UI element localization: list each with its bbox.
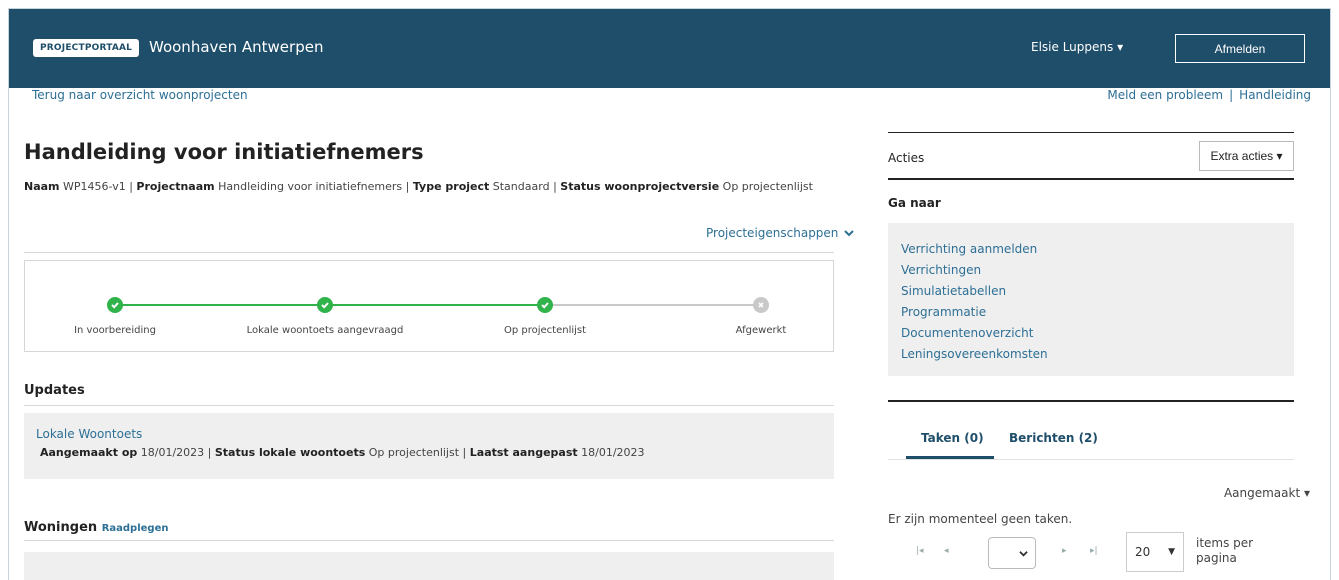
help-links: Meld een probleem | Handleiding [1107, 88, 1311, 102]
goto-title: Ga naar [888, 196, 941, 210]
acties-bar: Acties Extra acties ▾ [888, 132, 1294, 177]
woningen-title: Woningen [24, 520, 98, 535]
goto-link-verrichting-aanmelden[interactable]: Verrichting aanmelden [901, 239, 1281, 260]
divider [888, 459, 1294, 460]
chevron-down-icon [844, 230, 855, 237]
project-meta: Naam WP1456-v1 | Projectnaam Handleiding… [24, 180, 813, 193]
caret-down-icon: ▼ [1168, 547, 1175, 557]
extra-actions-button[interactable]: Extra acties ▾ [1199, 141, 1294, 171]
meta-sep: | [129, 180, 133, 193]
update-sep: | [207, 446, 212, 459]
meta-naam-label: Naam [24, 180, 60, 193]
divider [24, 405, 834, 406]
woningen-panel [24, 552, 834, 580]
page-title: Handleiding voor initiatiefnemers [24, 140, 424, 164]
update-status-label: Status lokale woontoets [214, 446, 366, 459]
step-label: In voorbereiding [74, 325, 156, 336]
update-status-value: Op projectenlijst [368, 446, 460, 459]
last-page-icon[interactable]: ▸| [1090, 546, 1098, 556]
tab-taken[interactable]: Taken (0) [921, 431, 984, 445]
items-per-page-label: items per pagina [1196, 536, 1254, 565]
meta-sep: | [553, 180, 557, 193]
update-created-label: Aangemaakt op [40, 446, 138, 459]
pagination: |◂ ◂ ▸ ▸| 20 ▼ items per pagina [888, 532, 1294, 572]
acties-label: Acties [888, 151, 925, 165]
update-sep: | [462, 446, 467, 459]
step-label: Afgewerkt [735, 325, 787, 336]
divider [888, 400, 1294, 402]
divider [888, 178, 1294, 180]
updates-title: Updates [24, 383, 85, 398]
step-check-icon [317, 297, 333, 313]
divider [24, 252, 834, 253]
meta-status-label: Status woonprojectversie [560, 180, 720, 193]
separator: | [1229, 88, 1234, 102]
update-modified-value: 18/01/2023 [581, 446, 645, 459]
divider [24, 540, 834, 541]
logout-button[interactable]: Afmelden [1175, 34, 1305, 63]
meta-projectnaam-label: Projectnaam [136, 180, 215, 193]
organisation-title: Woonhaven Antwerpen [149, 38, 324, 56]
items-per-page-value: 20 [1135, 545, 1151, 559]
step-label: Lokale woontoets aangevraagd [246, 325, 404, 336]
portal-badge[interactable]: PROJECTPORTAAL [33, 39, 140, 57]
items-per-page-select[interactable]: 20 ▼ [1126, 532, 1184, 572]
woningen-raadplegen-link[interactable]: Raadplegen [102, 523, 169, 534]
step-check-icon [537, 297, 553, 313]
stepper-remaining-line [545, 304, 755, 306]
goto-link-simulatietabellen[interactable]: Simulatietabellen [901, 281, 1281, 302]
step-label: Op projectenlijst [503, 325, 587, 336]
first-page-icon[interactable]: |◂ [916, 546, 924, 556]
step-check-icon [107, 297, 123, 313]
goto-link-programmatie[interactable]: Programmatie [901, 302, 1281, 323]
goto-link-leningsovereenkomsten[interactable]: Leningsovereenkomsten [901, 344, 1281, 365]
meta-type-value: Standaard [492, 180, 550, 193]
goto-panel: Verrichting aanmelden Verrichtingen Simu… [888, 223, 1294, 376]
meta-projectnaam-value: Handleiding voor initiatiefnemers [218, 180, 403, 193]
woningen-section-header: Woningen Raadplegen [24, 520, 168, 535]
update-item: Lokale Woontoets Aangemaakt op 18/01/202… [24, 413, 834, 479]
tab-berichten[interactable]: Berichten (2) [1009, 431, 1098, 445]
update-link[interactable]: Lokale Woontoets [36, 427, 822, 441]
report-problem-link[interactable]: Meld een probleem [1107, 88, 1223, 102]
sort-dropdown[interactable]: Aangemaakt ▾ [1224, 486, 1310, 500]
goto-link-documentenoverzicht[interactable]: Documentenoverzicht [901, 323, 1281, 344]
meta-naam-value: WP1456-v1 [63, 180, 126, 193]
top-bar: PROJECTPORTAAL Woonhaven Antwerpen Elsie… [9, 9, 1330, 88]
update-created-value: 18/01/2023 [140, 446, 205, 459]
update-modified-label: Laatst aangepast [469, 446, 578, 459]
chevron-down-icon [1019, 550, 1028, 557]
step-close-icon [753, 297, 769, 313]
goto-link-verrichtingen[interactable]: Verrichtingen [901, 260, 1281, 281]
project-properties-label: Projecteigenschappen [706, 226, 839, 240]
previous-page-icon[interactable]: ◂ [944, 546, 949, 556]
next-page-icon[interactable]: ▸ [1062, 546, 1067, 556]
progress-stepper: In voorbereiding Lokale woontoets aangev… [24, 260, 834, 352]
empty-tasks-message: Er zijn momenteel geen taken. [888, 512, 1073, 526]
update-meta: Aangemaakt op 18/01/2023 | Status lokale… [40, 446, 822, 459]
user-menu[interactable]: Elsie Luppens ▾ [1031, 40, 1123, 54]
back-link[interactable]: Terug naar overzicht woonprojecten [32, 88, 248, 102]
meta-status-value: Op projectenlijst [722, 180, 813, 193]
meta-type-label: Type project [412, 180, 490, 193]
manual-link[interactable]: Handleiding [1239, 88, 1311, 102]
project-properties-toggle[interactable]: Projecteigenschappen [706, 226, 855, 240]
meta-sep: | [405, 180, 410, 193]
page-select[interactable] [988, 537, 1036, 569]
